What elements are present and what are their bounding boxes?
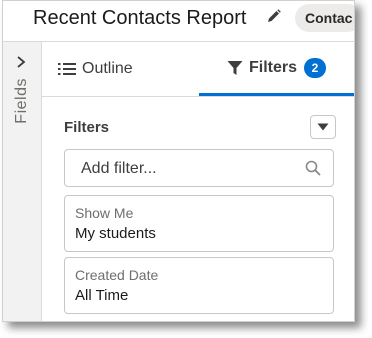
filters-heading: Filters [64,119,110,136]
filters-panel: Outline Filters 2 Filters Sho [42,42,354,321]
tab-filters-label: Filters [248,58,297,76]
filter-count-badge: 2 [304,57,326,78]
filter-value: My students [75,225,156,242]
filters-menu-button[interactable] [310,115,336,139]
filter-item-show-me[interactable]: Show Me My students [64,195,334,252]
report-type-chip[interactable]: Contac [295,4,354,32]
filter-value: All Time [75,287,129,304]
caret-down-icon [317,123,329,131]
report-title: Recent Contacts Report [33,7,247,29]
fields-panel-toggle[interactable]: Fields [3,42,42,321]
fields-label: Fields [13,78,30,124]
add-filter-input[interactable] [79,158,293,180]
pencil-icon [268,9,281,22]
list-icon [58,63,76,75]
filter-label: Show Me [75,205,134,221]
chevron-right-icon [17,56,26,68]
search-icon [305,160,321,176]
report-builder-window: Recent Contacts Report Contac Fields Out… [2,0,355,322]
edit-title-button[interactable] [265,7,283,25]
funnel-icon [227,60,243,75]
filter-label: Created Date [75,267,159,283]
tab-filters[interactable]: Filters 2 [199,42,354,96]
filter-item-created-date[interactable]: Created Date All Time [64,257,334,314]
panel-tabs: Outline Filters 2 [42,42,354,97]
tab-outline-label: Outline [82,60,133,77]
add-filter-field[interactable] [64,149,334,187]
tab-outline[interactable]: Outline [58,42,133,96]
report-header: Recent Contacts Report Contac [3,1,354,42]
